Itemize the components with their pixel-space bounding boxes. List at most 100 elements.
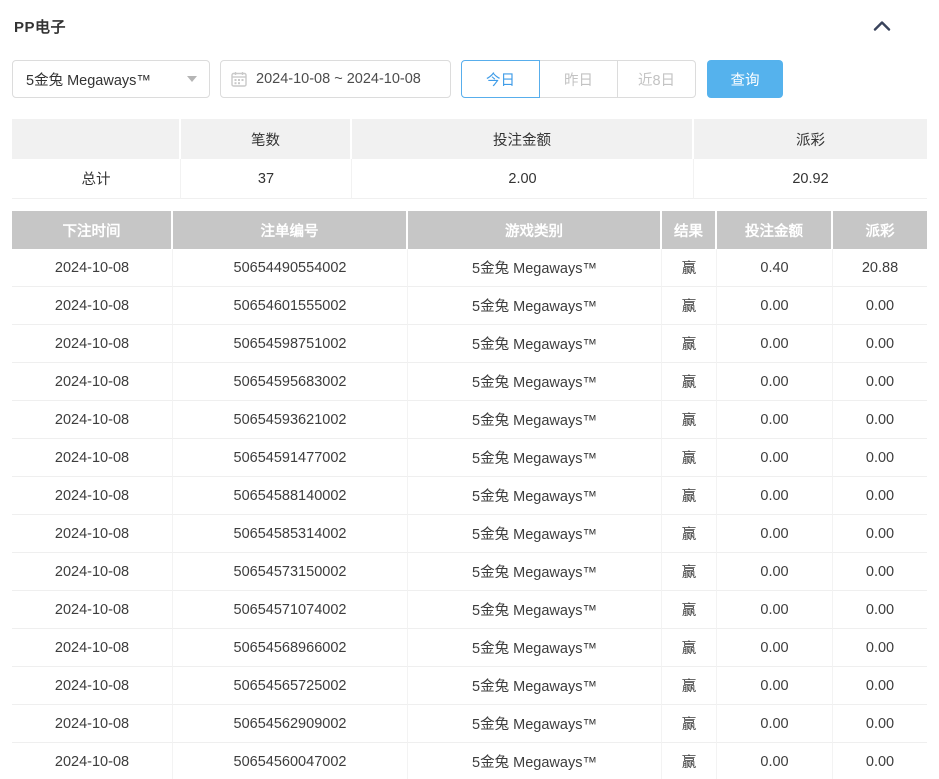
table-cell: 0.00 (833, 591, 927, 629)
bet-record-row: 2024-10-08506545956830025金兔 Megaways™赢0.… (12, 363, 927, 401)
table-cell: 赢 (662, 401, 717, 439)
table-cell: 0.00 (717, 363, 833, 401)
table-cell: 2024-10-08 (12, 249, 173, 287)
date-range-value: 2024-10-08 ~ 2024-10-08 (256, 71, 421, 87)
table-cell: 2024-10-08 (12, 591, 173, 629)
column-header-cell: 注单编号 (173, 211, 408, 249)
bet-record-row: 2024-10-08506545853140025金兔 Megaways™赢0.… (12, 515, 927, 553)
table-cell: 0.00 (833, 705, 927, 743)
table-cell: 0.00 (833, 477, 927, 515)
table-cell: 总计 (12, 159, 181, 199)
bet-records-table-head: 下注时间注单编号游戏类别结果投注金额派彩 (12, 211, 927, 249)
column-header-cell: 下注时间 (12, 211, 173, 249)
table-cell: 50654593621002 (173, 401, 408, 439)
column-header-cell: 投注金额 (352, 119, 694, 159)
bet-record-row: 2024-10-08506545657250025金兔 Megaways™赢0.… (12, 667, 927, 705)
table-cell: 0.00 (833, 515, 927, 553)
table-cell: 0.00 (717, 667, 833, 705)
table-cell: 赢 (662, 287, 717, 325)
bet-records-table: 下注时间注单编号游戏类别结果投注金额派彩 2024-10-08506544905… (12, 211, 927, 779)
table-cell: 5金兔 Megaways™ (408, 401, 662, 439)
bet-record-row: 2024-10-08506545600470025金兔 Megaways™赢0.… (12, 743, 927, 779)
chevron-up-icon (873, 20, 891, 32)
today-button[interactable]: 今日 (461, 60, 540, 98)
collapse-button[interactable] (871, 18, 893, 34)
table-cell: 50654571074002 (173, 591, 408, 629)
summary-table: 笔数投注金额派彩 总计372.0020.92 (12, 119, 927, 199)
table-cell: 2.00 (352, 159, 694, 199)
column-header-cell: 笔数 (181, 119, 352, 159)
table-cell: 赢 (662, 629, 717, 667)
table-cell: 赢 (662, 743, 717, 779)
table-cell: 50654490554002 (173, 249, 408, 287)
chevron-down-icon (187, 76, 197, 82)
table-cell: 20.88 (833, 249, 927, 287)
table-cell: 0.00 (833, 743, 927, 779)
table-cell: 5金兔 Megaways™ (408, 705, 662, 743)
table-cell: 0.00 (717, 287, 833, 325)
search-button[interactable]: 查询 (707, 60, 783, 98)
last-8-days-button[interactable]: 近8日 (617, 60, 696, 98)
bet-record-row: 2024-10-08506545914770025金兔 Megaways™赢0.… (12, 439, 927, 477)
table-cell: 2024-10-08 (12, 287, 173, 325)
table-cell: 5金兔 Megaways™ (408, 629, 662, 667)
table-cell: 0.00 (833, 401, 927, 439)
game-select-value: 5金兔 Megaways™ (26, 69, 151, 90)
bet-record-row: 2024-10-08506545689660025金兔 Megaways™赢0.… (12, 629, 927, 667)
table-cell: 赢 (662, 591, 717, 629)
table-cell: 2024-10-08 (12, 705, 173, 743)
table-cell: 5金兔 Megaways™ (408, 363, 662, 401)
table-cell: 0.40 (717, 249, 833, 287)
table-cell: 2024-10-08 (12, 325, 173, 363)
table-cell: 50654560047002 (173, 743, 408, 779)
table-cell: 赢 (662, 553, 717, 591)
bet-record-row: 2024-10-08506545731500025金兔 Megaways™赢0.… (12, 553, 927, 591)
table-cell: 5金兔 Megaways™ (408, 249, 662, 287)
bet-record-row: 2024-10-08506546015550025金兔 Megaways™赢0.… (12, 287, 927, 325)
summary-table-body: 总计372.0020.92 (12, 159, 927, 199)
table-cell: 0.00 (717, 477, 833, 515)
table-cell: 0.00 (833, 439, 927, 477)
bet-record-row: 2024-10-08506545936210025金兔 Megaways™赢0.… (12, 401, 927, 439)
filter-bar: 5金兔 Megaways™ 2024-10-08 ~ 2024-10-08 (12, 60, 927, 98)
date-range-input[interactable]: 2024-10-08 ~ 2024-10-08 (220, 60, 451, 98)
table-cell: 5金兔 Megaways™ (408, 515, 662, 553)
report-panel: PP电子 5金兔 Megaways™ (0, 0, 939, 779)
table-cell: 0.00 (833, 553, 927, 591)
page-title: PP电子 (14, 16, 66, 37)
table-cell: 2024-10-08 (12, 553, 173, 591)
panel-header: PP电子 (12, 0, 927, 37)
table-cell: 0.00 (717, 743, 833, 779)
table-cell: 0.00 (717, 401, 833, 439)
table-cell: 2024-10-08 (12, 439, 173, 477)
table-cell: 2024-10-08 (12, 667, 173, 705)
table-cell: 50654588140002 (173, 477, 408, 515)
column-header-cell: 结果 (662, 211, 717, 249)
table-cell: 20.92 (694, 159, 927, 199)
bet-record-row: 2024-10-08506545881400025金兔 Megaways™赢0.… (12, 477, 927, 515)
table-cell: 赢 (662, 249, 717, 287)
table-cell: 5金兔 Megaways™ (408, 591, 662, 629)
table-cell: 50654591477002 (173, 439, 408, 477)
summary-table-head: 笔数投注金额派彩 (12, 119, 927, 159)
table-cell: 0.00 (717, 325, 833, 363)
game-select[interactable]: 5金兔 Megaways™ (12, 60, 210, 98)
bet-records-table-body: 2024-10-08506544905540025金兔 Megaways™赢0.… (12, 249, 927, 779)
table-cell: 2024-10-08 (12, 629, 173, 667)
table-cell: 0.00 (833, 667, 927, 705)
summary-header-row: 笔数投注金额派彩 (12, 119, 927, 159)
yesterday-button[interactable]: 昨日 (539, 60, 618, 98)
table-cell: 2024-10-08 (12, 477, 173, 515)
table-cell: 0.00 (833, 287, 927, 325)
column-header-cell: 投注金额 (717, 211, 833, 249)
table-cell: 50654562909002 (173, 705, 408, 743)
table-cell: 5金兔 Megaways™ (408, 439, 662, 477)
table-cell: 5金兔 Megaways™ (408, 743, 662, 779)
table-cell: 0.00 (833, 629, 927, 667)
table-cell: 2024-10-08 (12, 401, 173, 439)
table-cell: 赢 (662, 515, 717, 553)
table-cell: 0.00 (717, 439, 833, 477)
table-cell: 赢 (662, 477, 717, 515)
table-cell: 50654595683002 (173, 363, 408, 401)
bet-record-row: 2024-10-08506545710740025金兔 Megaways™赢 0.… (12, 591, 927, 629)
